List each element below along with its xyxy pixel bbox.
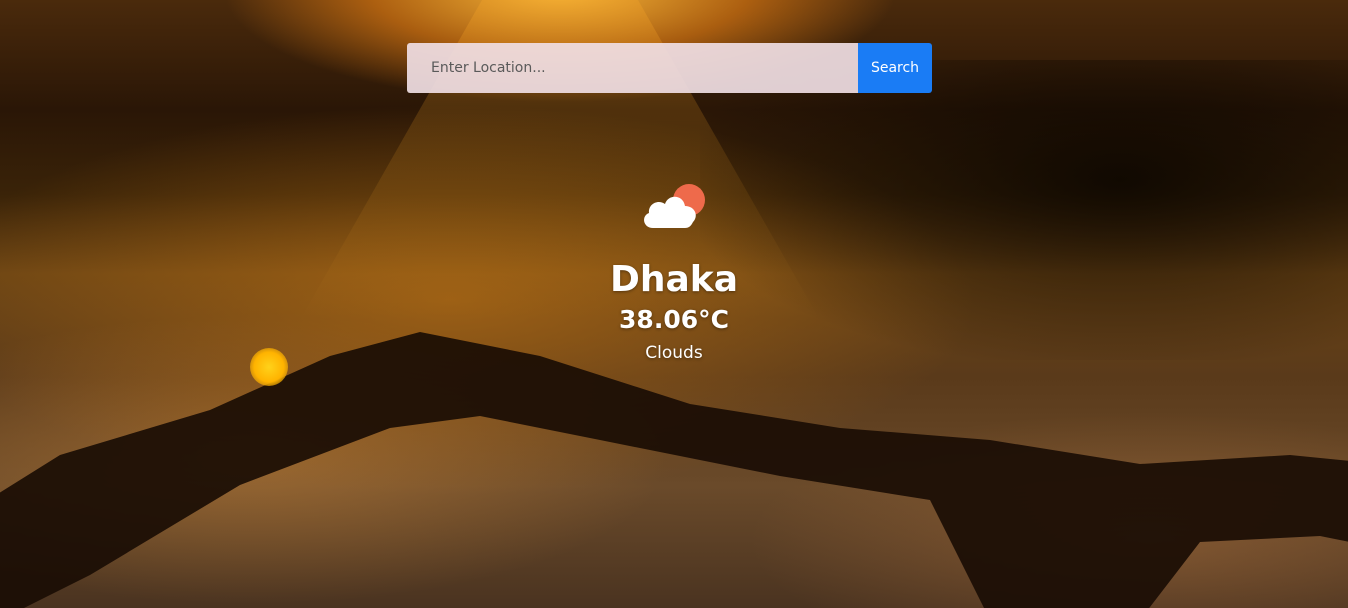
- search-button[interactable]: Search: [858, 43, 932, 93]
- search-form: Search: [407, 43, 932, 93]
- sun-behind-cloud-icon: [644, 184, 705, 228]
- temperature: 38.06°C: [619, 305, 729, 334]
- location-search-input[interactable]: [407, 43, 858, 93]
- weather-condition: Clouds: [645, 343, 703, 363]
- weather-panel: Dhaka 38.06°C Clouds: [0, 180, 1348, 364]
- city-name: Dhaka: [609, 259, 739, 300]
